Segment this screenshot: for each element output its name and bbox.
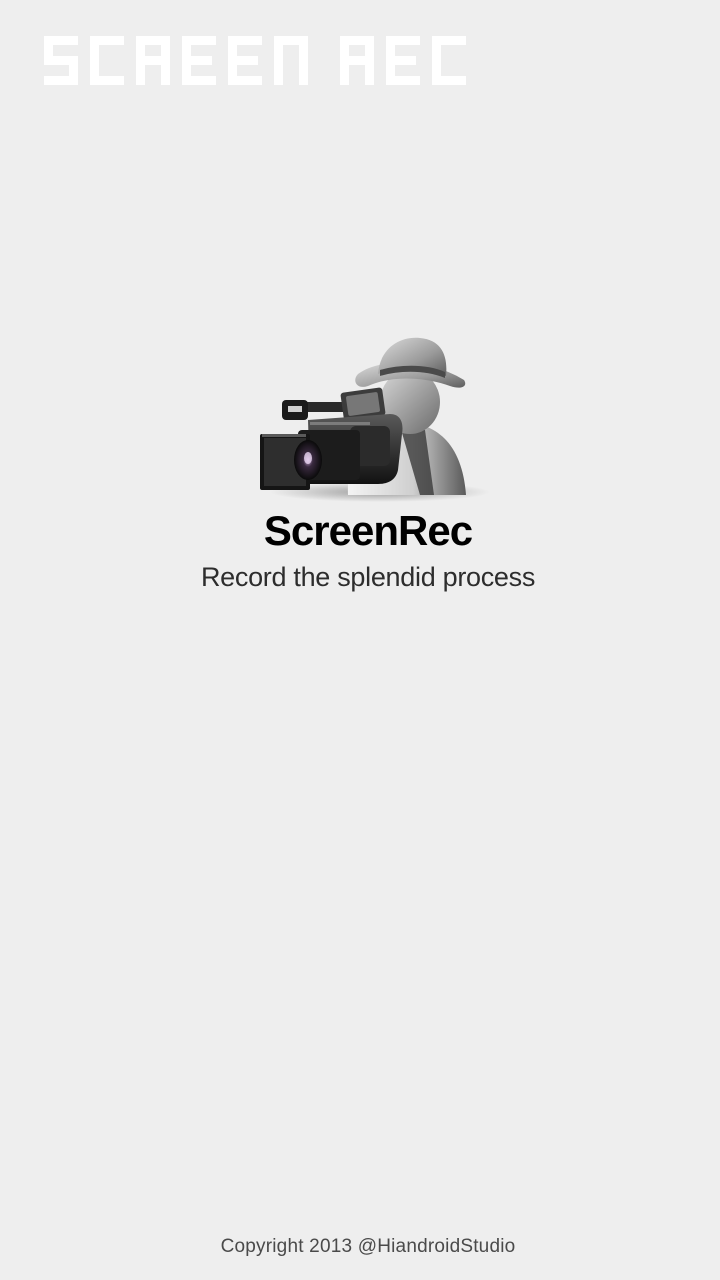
screen-rec-watermark: [44, 36, 466, 85]
splash-screen: ScreenRec Record the splendid process Co…: [0, 0, 720, 1280]
copyright-notice: Copyright 2013 @HiandroidStudio: [220, 1236, 516, 1257]
app-tagline: Record the splendid process: [200, 562, 536, 592]
app-name: ScreenRec: [263, 507, 473, 554]
camcorder-person-icon: [260, 337, 490, 502]
